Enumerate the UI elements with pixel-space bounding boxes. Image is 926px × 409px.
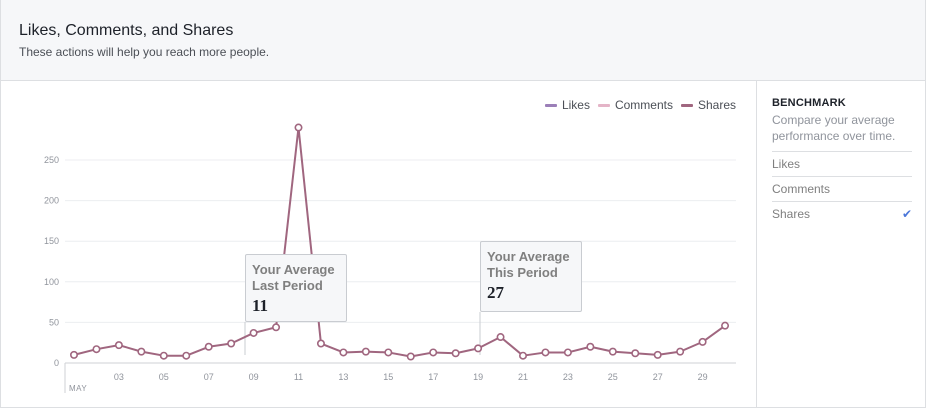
x-tick-label: 03 <box>114 372 124 382</box>
data-point <box>451 349 460 358</box>
benchmark-item-label: Likes <box>772 157 801 171</box>
callout-last-line2: Last Period <box>252 278 323 293</box>
y-tick-label: 250 <box>44 155 59 165</box>
data-point <box>721 321 730 330</box>
data-point <box>429 348 438 357</box>
data-point <box>608 347 617 356</box>
data-point <box>182 351 191 360</box>
x-tick-label: 13 <box>338 372 348 382</box>
y-tick-label: 100 <box>44 277 59 287</box>
checkmark-icon: ✔ <box>901 207 912 221</box>
data-point <box>653 350 662 359</box>
data-point <box>563 348 572 357</box>
panel: Likes, Comments, and Shares These action… <box>0 0 926 408</box>
x-tick-label: 09 <box>249 372 259 382</box>
data-point <box>114 341 123 350</box>
x-tick-label: 19 <box>473 372 483 382</box>
data-point <box>204 342 213 351</box>
data-point <box>518 351 527 360</box>
benchmark-item-comments[interactable]: Comments <box>772 176 912 201</box>
benchmark-title: BENCHMARK <box>772 97 846 109</box>
y-tick-label: 150 <box>44 236 59 246</box>
x-tick-label: 17 <box>428 372 438 382</box>
x-tick-label: 21 <box>518 372 528 382</box>
callout-this-value: 27 <box>487 283 504 302</box>
x-tick-label: 29 <box>698 372 708 382</box>
shares-line-chart: 0 50 100 150 200 250 03 05 07 09 11 13 15 17 19 21 23 25 2… <box>44 123 736 393</box>
benchmark-item-likes[interactable]: Likes <box>772 151 912 176</box>
data-point <box>249 328 258 337</box>
benchmark-sidebar: BENCHMARK Compare your average performan… <box>757 81 925 407</box>
legend-item-comments[interactable]: Comments <box>597 98 673 112</box>
benchmark-description: Compare your average performance over ti… <box>772 113 896 143</box>
x-tick-label: 25 <box>608 372 618 382</box>
data-point <box>272 323 281 332</box>
y-tick-label: 0 <box>54 358 59 368</box>
data-point <box>361 347 370 356</box>
chart-legend: Likes Comments Shares <box>544 98 736 112</box>
chart-area: 0 50 100 150 200 250 03 05 07 09 11 13 15 17 19 21 23 25 2… <box>1 81 757 407</box>
panel-header: Likes, Comments, and Shares These action… <box>1 0 925 81</box>
legend-item-likes[interactable]: Likes <box>544 98 590 112</box>
legend-item-shares[interactable]: Shares <box>680 98 736 112</box>
data-point <box>159 351 168 360</box>
x-tick-label: 23 <box>563 372 573 382</box>
x-tick-label: 11 <box>294 372 303 382</box>
y-tick-label: 200 <box>44 196 59 206</box>
data-point <box>406 352 415 361</box>
legend-label-shares: Shares <box>697 98 736 112</box>
data-point <box>496 333 505 342</box>
data-point <box>92 345 101 354</box>
shares-swatch <box>680 103 693 107</box>
x-tick-label: 15 <box>383 372 393 382</box>
x-tick-label: 07 <box>204 372 214 382</box>
data-point <box>384 348 393 357</box>
average-last-period-callout: Your Average Last Period 11 <box>245 254 347 322</box>
comments-swatch <box>597 103 610 107</box>
data-point <box>474 344 483 353</box>
x-month-label: MAY <box>69 384 87 393</box>
average-this-period-callout: Your Average This Period 27 <box>480 241 582 312</box>
legend-label-likes: Likes <box>561 98 590 112</box>
x-tick-label: 05 <box>159 372 169 382</box>
data-point <box>316 339 325 348</box>
data-point <box>541 348 550 357</box>
data-point <box>698 337 707 346</box>
data-point <box>339 348 348 357</box>
panel-subtitle: These actions will help you reach more p… <box>19 45 270 59</box>
legend-label-comments: Comments <box>614 98 673 112</box>
callout-this-line2: This Period <box>487 265 558 280</box>
benchmark-item-label: Comments <box>772 182 831 196</box>
data-point <box>586 342 595 351</box>
benchmark-item-label: Shares <box>772 207 811 221</box>
x-tick-label: 27 <box>653 372 663 382</box>
callout-last-line1: Your Average <box>252 262 335 277</box>
data-point <box>70 350 79 359</box>
benchmark-item-shares[interactable]: Shares ✔ <box>772 201 912 226</box>
callout-last-value: 11 <box>252 296 269 315</box>
callout-this-line1: Your Average <box>487 249 570 264</box>
data-point <box>631 349 640 358</box>
y-tick-label: 50 <box>49 317 59 327</box>
data-point <box>676 347 685 356</box>
data-point <box>294 123 303 132</box>
panel-title: Likes, Comments, and Shares <box>19 22 234 39</box>
data-point <box>227 339 236 348</box>
data-point <box>137 347 146 356</box>
likes-swatch <box>544 103 557 107</box>
